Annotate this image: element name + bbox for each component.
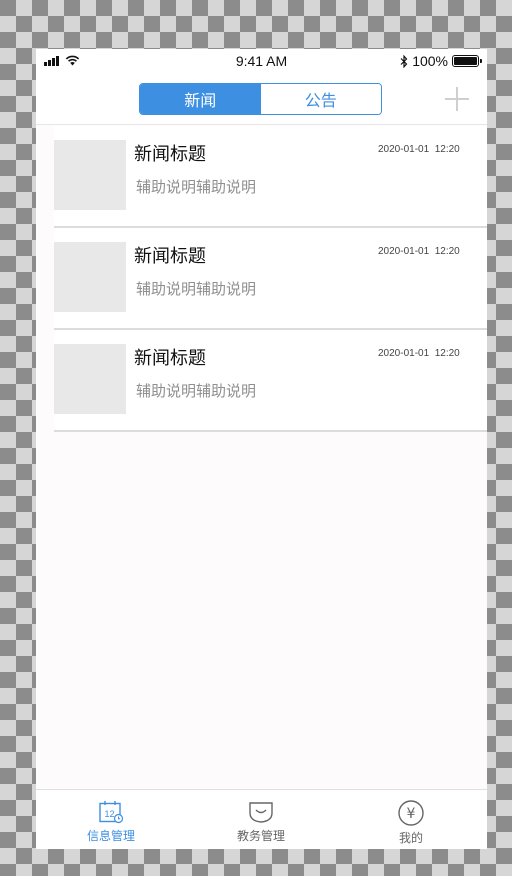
news-thumbnail <box>54 344 126 414</box>
tab-news[interactable]: 新闻 <box>140 84 261 114</box>
nav-bar: 新闻 公告 <box>36 74 487 125</box>
calendar-badge-text: 12 <box>104 809 114 819</box>
news-date: 2020-01-01 12:20 <box>378 348 460 359</box>
tabbar-item-info[interactable]: 12 信息管理 <box>36 790 186 849</box>
status-bar: 9:41 AM 100% <box>36 49 487 74</box>
battery-icon <box>452 55 482 67</box>
segmented-control: 新闻 公告 <box>139 83 382 115</box>
list-item[interactable]: 新闻标题 辅助说明辅助说明 2020-01-01 12:20 <box>54 126 487 228</box>
status-right: 100% <box>400 53 482 69</box>
tabbar-item-profile[interactable]: ¥ 我的 <box>336 790 486 849</box>
news-subtitle: 辅助说明辅助说明 <box>136 280 257 298</box>
tab-announcements[interactable]: 公告 <box>260 84 381 114</box>
list-item[interactable]: 新闻标题 辅助说明辅助说明 2020-01-01 12:20 <box>54 228 487 330</box>
news-subtitle: 辅助说明辅助说明 <box>136 382 257 400</box>
tabbar-label: 教务管理 <box>236 829 285 843</box>
yen-symbol: ¥ <box>407 806 416 822</box>
news-title: 新闻标题 <box>134 246 206 267</box>
yen-circle-icon: ¥ <box>398 800 424 826</box>
phone-screen: 9:41 AM 100% 新闻 公告 新闻标题 辅助说明辅助说明 2020-01… <box>36 49 487 849</box>
news-date: 2020-01-01 12:20 <box>378 246 460 257</box>
news-title: 新闻标题 <box>134 348 206 369</box>
news-title: 新闻标题 <box>134 144 206 165</box>
tabbar-label: 我的 <box>398 831 423 845</box>
list-item[interactable]: 新闻标题 辅助说明辅助说明 2020-01-01 12:20 <box>54 330 487 432</box>
calendar-icon: 12 <box>99 801 124 824</box>
battery-level <box>454 57 477 65</box>
plus-icon[interactable] <box>445 87 469 111</box>
news-thumbnail <box>54 242 126 312</box>
bluetooth-icon <box>400 54 408 68</box>
news-date: 2020-01-01 12:20 <box>378 144 460 155</box>
news-thumbnail <box>54 140 126 210</box>
news-subtitle: 辅助说明辅助说明 <box>136 178 257 196</box>
tabbar-label: 信息管理 <box>86 829 135 843</box>
tray-icon <box>249 802 273 823</box>
tab-bar: 12 信息管理 教务管理 ¥ 我的 <box>36 789 487 849</box>
news-list: 新闻标题 辅助说明辅助说明 2020-01-01 12:20 新闻标题 辅助说明… <box>36 126 487 432</box>
tabbar-item-academic[interactable]: 教务管理 <box>186 790 336 849</box>
battery-percent: 100% <box>412 53 448 69</box>
